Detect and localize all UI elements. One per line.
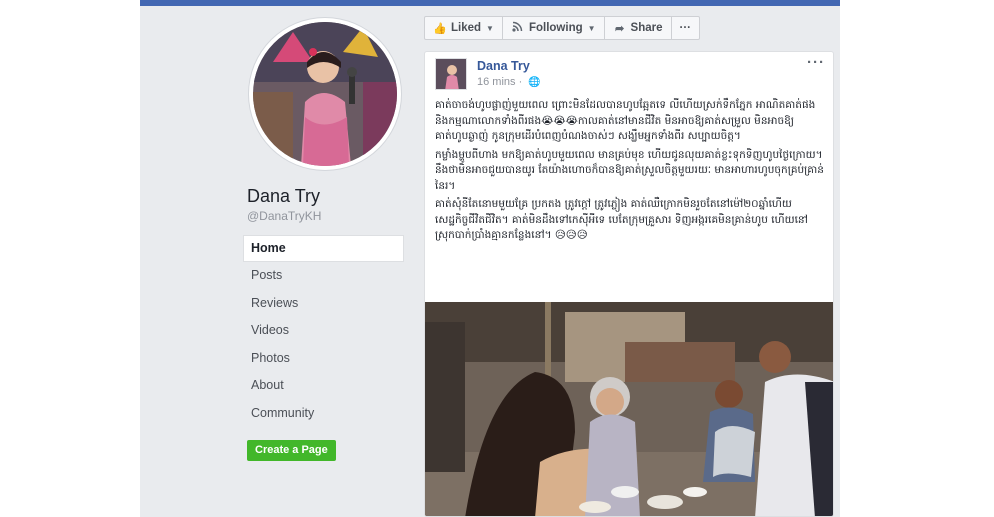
main-column: 👍 Liked ▼ Following ▼ ➦ Share ··· Dana T… — [413, 6, 840, 517]
globe-icon: 🌐 — [528, 77, 541, 88]
post-photo-image — [425, 302, 833, 516]
nav-item-posts[interactable]: Posts — [243, 262, 404, 290]
page-handle[interactable]: @DanaTryKH — [247, 209, 321, 223]
post-body: គាត់ចាចង់ហូបផ្លាញ់មួយពេល ព្រោះមិនដែលបានហ… — [435, 98, 825, 247]
post-card: Dana Try 16 mins · 🌐 ··· គាត់ចាចង់ហូបផ្ល… — [424, 51, 834, 517]
thumbs-up-icon: 👍 — [433, 22, 447, 35]
facebook-page: Dana Try @DanaTryKH Home Posts Reviews V… — [0, 0, 994, 517]
share-arrow-icon: ➦ — [614, 22, 625, 35]
post-author-avatar[interactable] — [435, 58, 467, 90]
following-label: Following — [528, 22, 583, 34]
more-dots-icon: ··· — [679, 22, 692, 34]
post-paragraph: កម្លាំងម្ហូបពីហាង មកឱ្យគាត់ហូបមួយពេល មាន… — [435, 148, 824, 192]
post-options-button[interactable]: ··· — [807, 54, 825, 71]
post-timestamp[interactable]: 16 mins · 🌐 — [477, 76, 541, 88]
page-name[interactable]: Dana Try — [247, 186, 320, 207]
profile-picture[interactable] — [253, 22, 397, 166]
liked-label: Liked — [451, 22, 482, 34]
liked-button[interactable]: 👍 Liked ▼ — [424, 16, 503, 40]
left-sidebar: Dana Try @DanaTryKH Home Posts Reviews V… — [140, 6, 413, 517]
create-page-button[interactable]: Create a Page — [247, 440, 336, 461]
nav-item-videos[interactable]: Videos — [243, 317, 404, 345]
post-photo[interactable] — [425, 302, 833, 516]
nav-item-about[interactable]: About — [243, 372, 404, 400]
post-author-name[interactable]: Dana Try — [477, 59, 530, 73]
caret-down-icon: ▼ — [587, 23, 596, 33]
nav-item-home[interactable]: Home — [243, 235, 404, 262]
profile-photo-image — [253, 22, 397, 166]
share-button[interactable]: ➦ Share — [603, 16, 672, 40]
share-label: Share — [630, 22, 663, 34]
following-button[interactable]: Following ▼ — [501, 16, 605, 40]
post-time-text: 16 mins — [477, 76, 516, 88]
rss-icon — [511, 21, 525, 35]
more-actions-button[interactable]: ··· — [670, 16, 701, 40]
caret-down-icon: ▼ — [486, 23, 494, 33]
post-paragraph: គាត់សុំនីតែនោមមួយគ្រែ ប្រកតង ត្រូវក្តៅ ត… — [435, 198, 808, 241]
nav-item-community[interactable]: Community — [243, 400, 404, 428]
nav-item-photos[interactable]: Photos — [243, 345, 404, 373]
nav-item-reviews[interactable]: Reviews — [243, 290, 404, 318]
post-paragraph: គាត់ចាចង់ហូបផ្លាញ់មួយពេល ព្រោះមិនដែលបានហ… — [435, 99, 816, 142]
page-action-bar: 👍 Liked ▼ Following ▼ ➦ Share ··· — [424, 16, 701, 40]
profile-picture-frame[interactable] — [249, 18, 401, 170]
page-nav: Home Posts Reviews Videos Photos About C… — [243, 235, 404, 427]
